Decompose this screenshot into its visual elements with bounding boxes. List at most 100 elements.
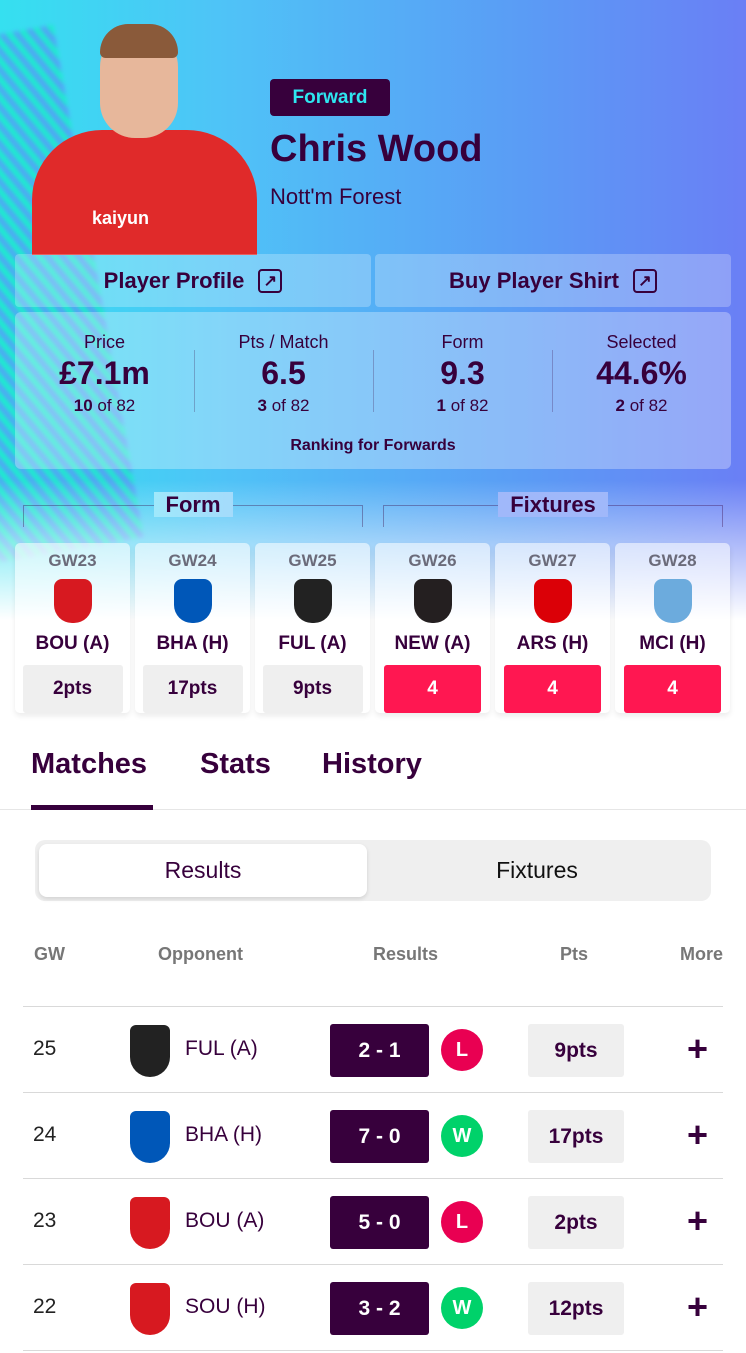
row-opponent: BOU (A) [185, 1209, 265, 1232]
row-points: 2pts [528, 1196, 624, 1249]
table-row: 25 FUL (A) 2 - 1 L 9pts + [23, 1006, 723, 1092]
gameweek-label: GW28 [648, 551, 697, 570]
stat-value: 9.3 [440, 355, 485, 391]
stat-label: Form [441, 332, 484, 352]
row-points: 9pts [528, 1024, 624, 1077]
tab-history[interactable]: History [322, 748, 422, 781]
row-opponent: FUL (A) [185, 1037, 258, 1060]
external-link-icon: ↗ [632, 268, 657, 293]
points-badge: 17pts [142, 665, 243, 713]
expand-plus-icon[interactable]: + [687, 1029, 708, 1069]
player-hair [100, 24, 178, 58]
difficulty-badge: 4 [384, 665, 481, 713]
buy-shirt-label: Buy Player Shirt [449, 267, 619, 293]
header-more: More [680, 944, 724, 964]
fixture-card[interactable]: GW26 NEW (A) 4 [375, 543, 490, 713]
stat-label: Pts / Match [238, 332, 329, 352]
row-score: 3 - 2 [330, 1282, 429, 1335]
result-badge: L [441, 1029, 483, 1071]
opponent-label: BHA (H) [156, 633, 229, 654]
row-score: 2 - 1 [330, 1024, 429, 1077]
table-row: 22 SOU (H) 3 - 2 W 12pts + [23, 1264, 723, 1350]
team-crest-icon [130, 1025, 170, 1077]
expand-plus-icon[interactable]: + [687, 1201, 708, 1241]
stat-rank: 3 of 82 [257, 396, 310, 415]
form-card[interactable]: GW24 BHA (H) 17pts [135, 543, 250, 713]
gameweek-label: GW23 [48, 551, 97, 570]
fixtures-heading: Fixtures [478, 492, 628, 518]
stat-rank: 1 of 82 [436, 396, 489, 415]
table-row: 24 BHA (H) 7 - 0 W 17pts + [23, 1092, 723, 1178]
opponent-label: ARS (H) [516, 633, 589, 654]
tab-matches[interactable]: Matches [31, 748, 147, 781]
gameweek-label: GW27 [528, 551, 577, 570]
difficulty-badge: 4 [624, 665, 721, 713]
points-badge: 9pts [262, 665, 363, 713]
fixture-card[interactable]: GW27 ARS (H) 4 [495, 543, 610, 713]
fixture-card[interactable]: GW28 MCI (H) 4 [615, 543, 730, 713]
stats-card: Price £7.1m 10 of 82 Pts / Match 6.5 3 o… [15, 312, 731, 469]
row-gameweek: 24 [33, 1123, 57, 1146]
stat-pts-per-match: Pts / Match 6.5 3 of 82 [194, 332, 373, 416]
external-link-icon: ↗ [258, 268, 283, 293]
team-crest-icon [533, 579, 572, 623]
row-gameweek: 23 [33, 1209, 57, 1232]
row-opponent: BHA (H) [185, 1123, 263, 1146]
row-opponent: SOU (H) [185, 1295, 266, 1318]
results-fixtures-toggle: Results Fixtures [35, 840, 711, 901]
fixtures-segment[interactable]: Fixtures [367, 844, 707, 897]
row-points: 17pts [528, 1110, 624, 1163]
active-tab-indicator [31, 805, 153, 810]
result-badge: W [441, 1287, 483, 1329]
result-badge: W [441, 1115, 483, 1157]
header-pts: Pts [560, 944, 589, 964]
header-results: Results [373, 944, 439, 964]
header-gw: GW [34, 944, 65, 964]
row-gameweek: 25 [33, 1037, 57, 1060]
stat-value: £7.1m [59, 355, 150, 391]
team-name: Nott'm Forest [270, 184, 402, 209]
opponent-label: BOU (A) [35, 633, 110, 654]
difficulty-badge: 4 [504, 665, 601, 713]
row-score: 5 - 0 [330, 1196, 429, 1249]
gameweek-label: GW24 [168, 551, 217, 570]
opponent-label: MCI (H) [639, 633, 706, 654]
results-segment[interactable]: Results [39, 844, 367, 897]
player-profile-label: Player Profile [103, 267, 245, 293]
form-card[interactable]: GW25 FUL (A) 9pts [255, 543, 370, 713]
team-crest-icon [653, 579, 692, 623]
buy-shirt-button[interactable]: Buy Player Shirt ↗ [375, 254, 731, 307]
team-crest-icon [53, 579, 92, 623]
player-profile-button[interactable]: Player Profile ↗ [15, 254, 371, 307]
stat-value: 6.5 [261, 355, 306, 391]
stat-rank: 2 of 82 [615, 396, 668, 415]
form-card[interactable]: GW23 BOU (A) 2pts [15, 543, 130, 713]
tab-bar: Matches Stats History [0, 740, 746, 810]
team-crest-icon [130, 1111, 170, 1163]
team-crest-icon [413, 579, 452, 623]
player-name: Chris Wood [270, 128, 483, 170]
row-points: 12pts [528, 1282, 624, 1335]
stat-label: Selected [606, 332, 677, 352]
shirt-sponsor: kaiyun [92, 208, 150, 228]
result-badge: L [441, 1201, 483, 1243]
stat-price: Price £7.1m 10 of 82 [15, 332, 194, 416]
tab-stats[interactable]: Stats [200, 748, 271, 781]
stat-value: 44.6% [596, 355, 687, 391]
team-crest-icon [293, 579, 332, 623]
gameweek-label: GW25 [288, 551, 337, 570]
table-row: 23 BOU (A) 5 - 0 L 2pts + [23, 1178, 723, 1264]
stat-form: Form 9.3 1 of 82 [373, 332, 552, 416]
opponent-label: FUL (A) [278, 633, 347, 654]
player-photo: kaiyun [22, 20, 262, 255]
stat-label: Price [83, 332, 125, 352]
points-badge: 2pts [22, 665, 123, 713]
team-crest-icon [130, 1283, 170, 1335]
row-gameweek: 22 [33, 1295, 57, 1318]
stat-rank: 10 of 82 [73, 396, 136, 415]
expand-plus-icon[interactable]: + [687, 1115, 708, 1155]
expand-plus-icon[interactable]: + [687, 1287, 708, 1327]
row-score: 7 - 0 [330, 1110, 429, 1163]
player-shirt [32, 130, 257, 255]
opponent-label: NEW (A) [394, 633, 471, 654]
